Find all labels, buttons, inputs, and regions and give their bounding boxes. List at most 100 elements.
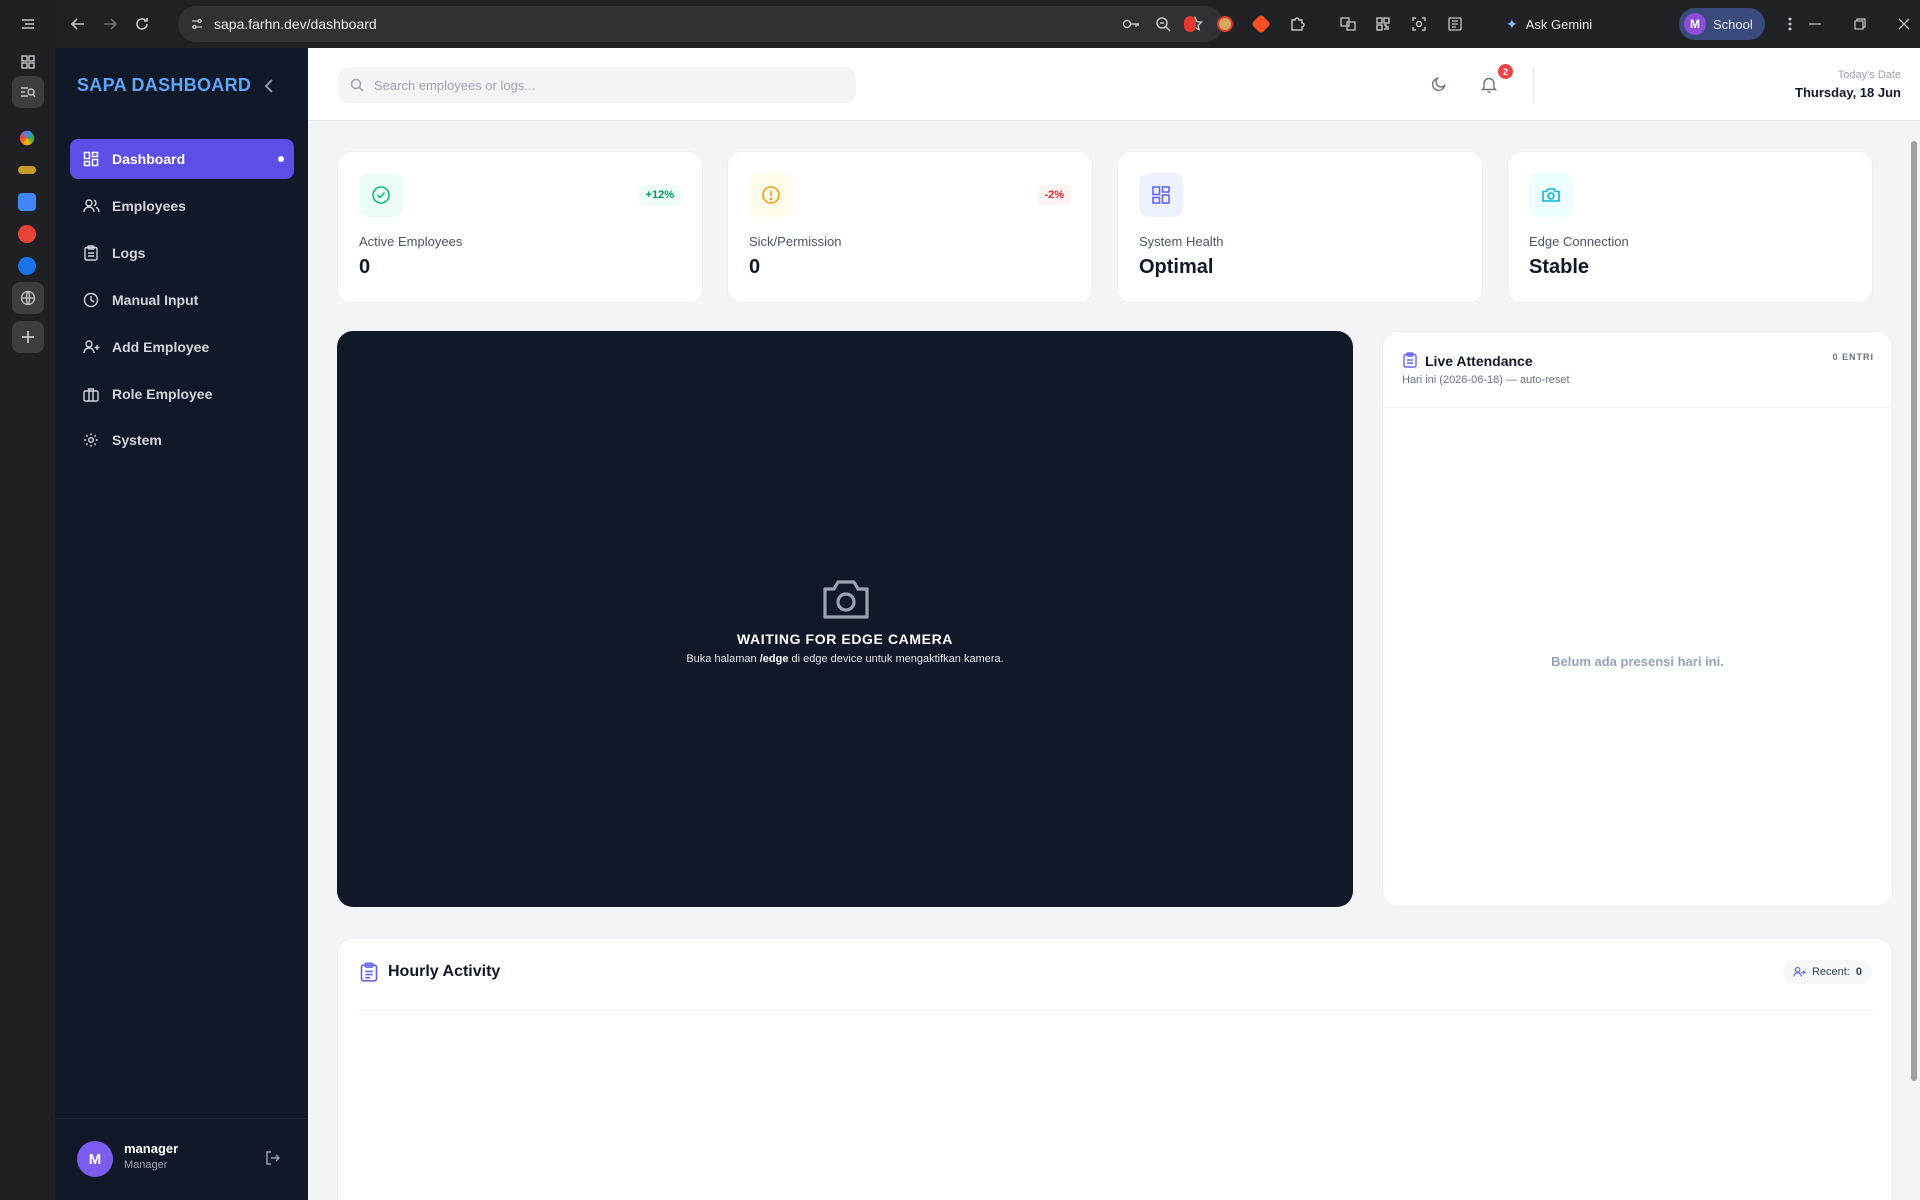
camera-instruction: Buka halaman /edge di edge device untuk … bbox=[686, 653, 1004, 665]
sidebar-item-label: Employees bbox=[112, 198, 186, 214]
sidebar-item-add-employee[interactable]: Add Employee bbox=[70, 327, 294, 367]
tab-active-favicon[interactable] bbox=[12, 76, 44, 108]
reload-icon[interactable] bbox=[128, 10, 156, 38]
tab-grid-favicon[interactable] bbox=[12, 46, 44, 78]
sidebar-item-label: Add Employee bbox=[112, 339, 210, 355]
stat-label: Edge Connection bbox=[1529, 234, 1629, 249]
tab-gemini-favicon[interactable] bbox=[19, 130, 35, 146]
scrollbar-thumb[interactable] bbox=[1911, 141, 1917, 1081]
url-text[interactable]: sapa.farhn.dev/dashboard bbox=[214, 16, 377, 32]
stat-delta-badge: +12% bbox=[638, 185, 681, 205]
profile-button[interactable]: M School bbox=[1679, 8, 1765, 40]
tab-list-icon[interactable] bbox=[12, 8, 44, 40]
camera-icon bbox=[821, 577, 871, 621]
stat-card-system-health: System Health Optimal bbox=[1117, 151, 1483, 303]
sidebar-item-role-employee[interactable]: Role Employee bbox=[70, 374, 294, 414]
active-indicator-dot bbox=[278, 156, 284, 162]
users-icon bbox=[82, 197, 100, 215]
tab-favicon-5[interactable] bbox=[18, 257, 36, 275]
dark-mode-moon-icon[interactable] bbox=[1429, 74, 1449, 94]
sidebar-item-dashboard[interactable]: Dashboard bbox=[70, 139, 294, 179]
logout-icon[interactable] bbox=[263, 1149, 281, 1167]
zoom-icon[interactable] bbox=[1154, 15, 1172, 33]
tab-docs-favicon[interactable] bbox=[18, 193, 36, 211]
new-tab-icon[interactable] bbox=[12, 321, 44, 353]
grid-icon bbox=[1139, 173, 1183, 217]
camera-status-title: WAITING FOR EDGE CAMERA bbox=[736, 631, 954, 647]
sidebar-item-logs[interactable]: Logs bbox=[70, 233, 294, 273]
grid-icon bbox=[82, 150, 100, 168]
sidebar-item-manual-input[interactable]: Manual Input bbox=[70, 280, 294, 320]
tab-favicon-4[interactable] bbox=[18, 225, 36, 243]
reading-mode-icon[interactable] bbox=[1444, 13, 1466, 35]
stat-value: Stable bbox=[1529, 256, 1590, 278]
page-scrollbar[interactable] bbox=[1908, 121, 1920, 1200]
hourly-activity-title: Hourly Activity bbox=[388, 963, 501, 980]
recent-label: Recent: bbox=[1811, 966, 1850, 978]
restore-icon[interactable] bbox=[1846, 10, 1874, 38]
bell-icon[interactable] bbox=[1479, 74, 1499, 94]
vertical-tab-strip bbox=[0, 0, 55, 1200]
stat-value: Optimal bbox=[1139, 256, 1214, 278]
site-info-icon[interactable] bbox=[188, 15, 206, 33]
stat-label: Active Employees bbox=[359, 234, 463, 249]
stat-label: Sick/Permission bbox=[749, 234, 842, 249]
divider bbox=[358, 1010, 1874, 1011]
screenshot-icon[interactable] bbox=[1408, 13, 1430, 35]
entry-count-badge: 0 ENTRI bbox=[1832, 352, 1874, 362]
stat-value: 0 bbox=[749, 256, 761, 278]
app-viewport: SAPA DASHBOARD Dashboard Employees Logs bbox=[55, 48, 1920, 1200]
top-header: 2 Today's Date Thursday, 18 Jun bbox=[308, 48, 1920, 121]
search-icon bbox=[350, 78, 364, 92]
check-circle-icon bbox=[359, 173, 403, 217]
camera-icon bbox=[1529, 173, 1573, 217]
divider bbox=[1383, 407, 1892, 408]
stat-value: 0 bbox=[359, 256, 371, 278]
avatar[interactable]: M bbox=[77, 1141, 113, 1177]
date-label: Today's Date bbox=[1837, 69, 1901, 81]
stat-card-active-employees: +12% Active Employees 0 bbox=[337, 151, 703, 303]
qr-code-icon[interactable] bbox=[1372, 13, 1394, 35]
date-value: Thursday, 18 Jun bbox=[1795, 85, 1901, 100]
user-plus-icon bbox=[1793, 966, 1806, 978]
close-window-icon[interactable] bbox=[1890, 10, 1918, 38]
sidebar-item-employees[interactable]: Employees bbox=[70, 186, 294, 226]
sidebar-item-label: System bbox=[112, 432, 162, 448]
alert-circle-icon bbox=[749, 173, 793, 217]
translate-icon[interactable] bbox=[1337, 13, 1359, 35]
ask-gemini-button[interactable]: ✦ Ask Gemini bbox=[1496, 8, 1602, 40]
header-divider bbox=[1533, 68, 1534, 102]
stat-label: System Health bbox=[1139, 234, 1224, 249]
search-bar[interactable] bbox=[338, 67, 856, 103]
live-attendance-title: Live Attendance bbox=[1425, 353, 1533, 369]
empty-state-text: Belum ada presensi hari ini. bbox=[1551, 654, 1724, 669]
sidebar-user-panel: M manager Manager bbox=[55, 1118, 308, 1200]
main-content: +12% Active Employees 0 -2% Sick/Permiss… bbox=[308, 121, 1920, 1200]
clipboard-icon bbox=[1402, 352, 1418, 368]
extension-red-icon[interactable] bbox=[1179, 13, 1201, 35]
search-input[interactable] bbox=[374, 77, 834, 93]
collapse-sidebar-icon[interactable] bbox=[260, 77, 278, 95]
kebab-menu-icon[interactable] bbox=[1776, 10, 1804, 38]
password-key-icon[interactable] bbox=[1122, 15, 1140, 33]
user-plus-icon bbox=[82, 338, 100, 356]
profile-avatar: M bbox=[1684, 13, 1706, 35]
extensions-puzzle-icon[interactable] bbox=[1286, 13, 1308, 35]
tab-globe-icon[interactable] bbox=[12, 282, 44, 314]
sidebar-item-system[interactable]: System bbox=[70, 420, 294, 460]
sidebar-item-label: Dashboard bbox=[112, 151, 186, 167]
back-arrow-icon[interactable] bbox=[64, 10, 92, 38]
forward-arrow-icon[interactable] bbox=[96, 10, 124, 38]
extension-fox-icon[interactable] bbox=[1250, 13, 1272, 35]
tab-favicon-2[interactable] bbox=[18, 166, 36, 174]
extension-cookie-icon[interactable] bbox=[1214, 13, 1236, 35]
browser-toolbar: sapa.farhn.dev/dashboard ✦ Ask Gemini M … bbox=[55, 0, 1920, 48]
clock-icon bbox=[82, 291, 100, 309]
brand-title: SAPA DASHBOARD bbox=[77, 75, 252, 95]
minimize-icon[interactable] bbox=[1801, 10, 1829, 38]
sidebar-item-label: Manual Input bbox=[112, 292, 199, 308]
address-bar[interactable]: sapa.farhn.dev/dashboard bbox=[178, 6, 1223, 42]
profile-label: School bbox=[1713, 16, 1753, 32]
user-name: manager bbox=[124, 1141, 179, 1156]
gear-icon bbox=[82, 431, 100, 449]
